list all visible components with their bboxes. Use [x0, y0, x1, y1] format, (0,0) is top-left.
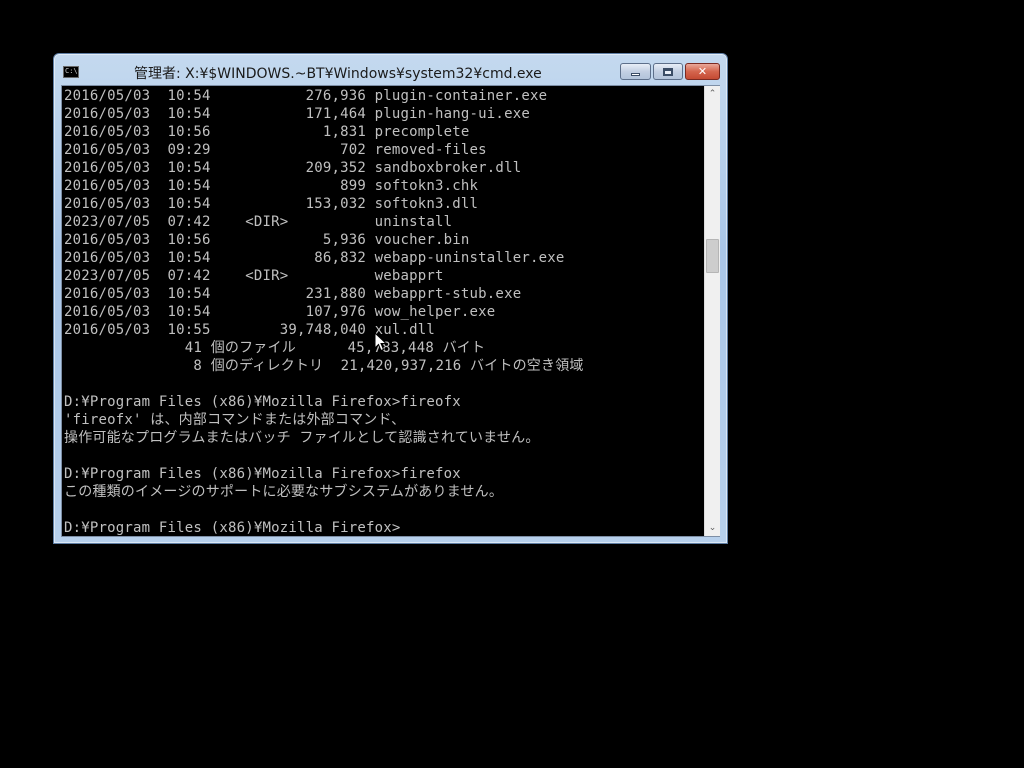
console-line: 2016/05/03 10:54 107,976 wow_helper.exe — [64, 304, 496, 320]
console-client-area[interactable]: 2016/05/03 10:54 276,936 plugin-containe… — [61, 85, 720, 537]
minimize-icon — [631, 72, 640, 76]
window-title: 管理者: X:¥$WINDOWS.~BT¥Windows¥system32¥cm… — [134, 66, 542, 82]
console-line: 2016/05/03 10:54 231,880 webapprt-stub.e… — [64, 286, 522, 302]
minimize-button[interactable] — [620, 63, 651, 80]
console-line: 2023/07/05 07:42 <DIR> webapprt — [64, 268, 444, 284]
console-line: D:¥Program Files (x86)¥Mozilla Firefox>f… — [64, 466, 461, 482]
console-line: 2016/05/03 10:54 276,936 plugin-containe… — [64, 88, 548, 104]
console-line: 2016/05/03 09:29 702 removed-files — [64, 142, 487, 158]
console-line: 2016/05/03 10:54 209,352 sandboxbroker.d… — [64, 160, 522, 176]
maximize-icon — [663, 67, 673, 76]
console-line: 2016/05/03 10:54 86,832 webapp-uninstall… — [64, 250, 565, 266]
scroll-down-arrow-icon[interactable]: ⌄ — [705, 520, 720, 536]
console-line: 2023/07/05 07:42 <DIR> uninstall — [64, 214, 453, 230]
console-line: 2016/05/03 10:54 171,464 plugin-hang-ui.… — [64, 106, 530, 122]
cmd-icon[interactable]: C:\ — [63, 66, 79, 78]
desktop: C:\ 管理者: X:¥$WINDOWS.~BT¥Windows¥system3… — [0, 0, 1024, 768]
console-line: 2016/05/03 10:54 153,032 softokn3.dll — [64, 196, 479, 212]
console-line: 'fireofx' は、内部コマンドまたは外部コマンド、 — [64, 412, 406, 428]
title-bar[interactable]: C:\ 管理者: X:¥$WINDOWS.~BT¥Windows¥system3… — [54, 54, 727, 85]
mouse-pointer-icon — [374, 332, 388, 352]
console-line: 41 個のファイル 45,783,448 バイト — [64, 340, 486, 356]
console-line: 2016/05/03 10:54 899 softokn3.chk — [64, 178, 479, 194]
scroll-up-arrow-icon[interactable]: ⌃ — [705, 86, 720, 102]
console-line: この種類のイメージのサポートに必要なサブシステムがありません。 — [64, 484, 504, 500]
close-icon: ✕ — [697, 65, 708, 78]
console-line: D:¥Program Files (x86)¥Mozilla Firefox> — [64, 520, 401, 535]
maximize-button[interactable] — [653, 63, 683, 80]
console-output[interactable]: 2016/05/03 10:54 276,936 plugin-containe… — [63, 87, 703, 535]
console-line: 2016/05/03 10:56 1,831 precomplete — [64, 124, 470, 140]
console-line: D:¥Program Files (x86)¥Mozilla Firefox>f… — [64, 394, 461, 410]
scrollbar-thumb[interactable] — [706, 239, 719, 273]
cmd-window[interactable]: C:\ 管理者: X:¥$WINDOWS.~BT¥Windows¥system3… — [53, 53, 728, 544]
console-line: 2016/05/03 10:56 5,936 voucher.bin — [64, 232, 470, 248]
console-line: 操作可能なプログラムまたはバッチ ファイルとして認識されていません。 — [64, 430, 540, 446]
console-line: 8 個のディレクトリ 21,420,937,216 バイトの空き領域 — [64, 358, 584, 374]
vertical-scrollbar[interactable]: ⌃ ⌄ — [704, 86, 720, 536]
close-button[interactable]: ✕ — [685, 63, 720, 80]
